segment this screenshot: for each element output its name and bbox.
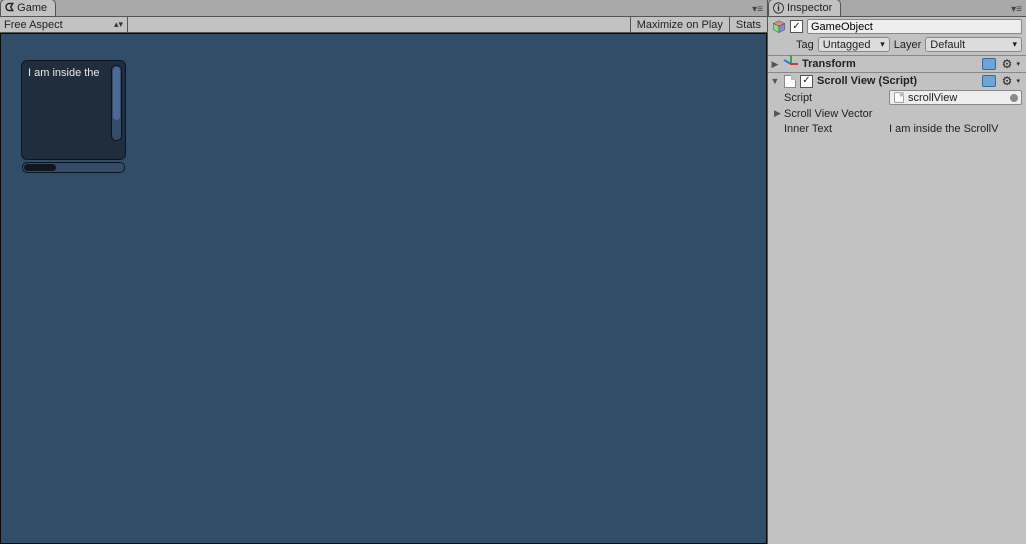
toolbar-spacer [128, 17, 630, 32]
help-icon[interactable] [982, 75, 996, 87]
chevron-down-icon: ▾ [1012, 39, 1017, 50]
scrollview-enable-checkbox[interactable]: ✓ [800, 75, 813, 88]
pacman-icon: ᗧ [5, 2, 14, 15]
inspector-panel: ⓘ Inspector ▾≡ ✓ Tag Unt [768, 0, 1026, 544]
script-property-row: Script scrollView [768, 89, 1026, 106]
gameobject-header: ✓ [768, 17, 1026, 36]
horizontal-scrollbar-thumb[interactable] [24, 164, 56, 171]
tag-layer-row: Tag Untagged ▾ Layer Default ▾ [768, 36, 1026, 55]
vertical-scrollbar-thumb[interactable] [113, 67, 120, 120]
inspector-body: ✓ Tag Untagged ▾ Layer Default ▾ ▶ [768, 17, 1026, 544]
layer-value: Default [930, 39, 965, 51]
inner-text-label: Inner Text [784, 123, 889, 135]
panel-menu-icon[interactable]: ▾≡ [1011, 4, 1022, 15]
game-viewport: I am inside the [0, 33, 767, 544]
tag-value: Untagged [823, 39, 871, 51]
foldout-collapsed-icon[interactable]: ▶ [770, 59, 780, 70]
game-toolbar: Free Aspect ▴▾ Maximize on Play Stats [0, 17, 767, 33]
scrollview-title: Scroll View (Script) [817, 75, 978, 87]
game-tab[interactable]: ᗧ Game [0, 0, 56, 16]
info-icon: ⓘ [773, 0, 784, 16]
foldout-expanded-icon[interactable]: ▼ [770, 76, 780, 86]
vertical-scrollbar[interactable] [111, 65, 122, 141]
gear-icon[interactable]: ⚙ [1000, 74, 1014, 88]
scrollview-component-header[interactable]: ▼ ✓ Scroll View (Script) ⚙ [768, 72, 1026, 89]
stats-label: Stats [736, 19, 761, 31]
game-tab-row: ᗧ Game [0, 0, 767, 17]
layer-dropdown[interactable]: Default ▾ [925, 37, 1022, 52]
layer-label: Layer [894, 39, 922, 51]
scrollview-text: I am inside the [22, 61, 125, 85]
maximize-on-play-button[interactable]: Maximize on Play [630, 17, 729, 32]
foldout-collapsed-icon[interactable]: ▶ [774, 108, 784, 119]
tag-dropdown[interactable]: Untagged ▾ [818, 37, 890, 52]
gameobject-name-input[interactable] [807, 19, 1022, 34]
runtime-scrollview[interactable]: I am inside the [21, 60, 126, 160]
horizontal-scrollbar[interactable] [22, 162, 125, 173]
transform-component-header[interactable]: ▶ Transform ⚙ [768, 55, 1026, 72]
chevron-updown-icon: ▴▾ [114, 19, 123, 30]
script-label: Script [784, 92, 889, 104]
object-picker-icon[interactable] [1010, 94, 1018, 102]
cube-icon [772, 20, 786, 34]
script-file-icon [894, 92, 904, 102]
chevron-down-icon: ▾ [880, 39, 885, 50]
gameobject-enable-checkbox[interactable]: ✓ [790, 20, 803, 33]
transform-icon [784, 57, 798, 71]
scrollview-vector-label: Scroll View Vector [784, 108, 872, 120]
aspect-dropdown[interactable]: Free Aspect ▴▾ [0, 17, 128, 32]
stats-button[interactable]: Stats [729, 17, 767, 32]
game-panel: ᗧ Game ▾≡ Free Aspect ▴▾ Maximize on Pla… [0, 0, 768, 544]
inner-text-value[interactable]: I am inside the ScrollV [889, 123, 1022, 135]
help-icon[interactable] [982, 58, 996, 70]
game-tab-label: Game [17, 2, 47, 14]
transform-title: Transform [802, 58, 978, 70]
inner-text-row: Inner Text I am inside the ScrollV [768, 121, 1026, 136]
aspect-label: Free Aspect [4, 19, 63, 31]
inspector-tab[interactable]: ⓘ Inspector [768, 0, 841, 16]
scrollview-vector-row[interactable]: ▶ Scroll View Vector [768, 106, 1026, 121]
inspector-tab-row: ⓘ Inspector [768, 0, 1026, 17]
gear-icon[interactable]: ⚙ [1000, 57, 1014, 71]
script-object-field[interactable]: scrollView [889, 90, 1022, 105]
maximize-label: Maximize on Play [637, 19, 723, 31]
script-value: scrollView [908, 92, 957, 104]
panel-menu-icon[interactable]: ▾≡ [752, 4, 763, 15]
tag-label: Tag [796, 39, 814, 51]
script-icon [784, 75, 796, 88]
inspector-tab-label: Inspector [787, 2, 832, 14]
